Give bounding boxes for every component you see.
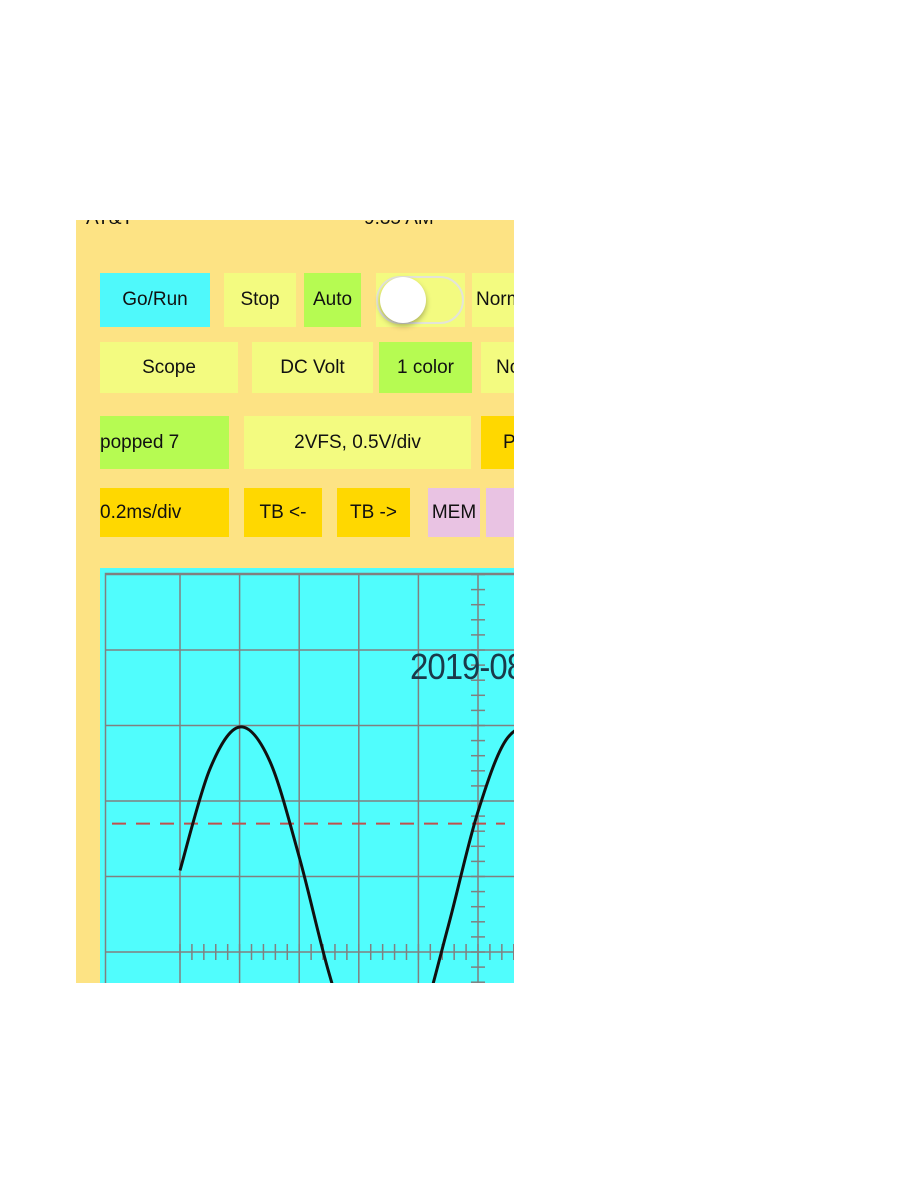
mode-toggle[interactable] bbox=[376, 273, 465, 327]
timebase-increase-button[interactable]: TB -> bbox=[337, 488, 410, 537]
phone-screen: AT&T 9:35 AM Go/Run Stop Auto Norm Scope… bbox=[76, 220, 514, 983]
voltage-range-button[interactable]: 2VFS, 0.5V/div bbox=[244, 416, 471, 469]
dc-volt-button[interactable]: DC Volt bbox=[252, 342, 373, 393]
scope-button[interactable]: Scope bbox=[100, 342, 238, 393]
timebase-label: 0.2ms/div bbox=[100, 488, 229, 537]
norm-button[interactable]: Norm bbox=[472, 273, 514, 327]
next-button[interactable]: No bbox=[481, 342, 514, 393]
go-run-button[interactable]: Go/Run bbox=[100, 273, 210, 327]
grid-border bbox=[104, 572, 514, 983]
clock: 9:35 AM bbox=[364, 220, 434, 230]
timebase-decrease-button[interactable]: TB <- bbox=[244, 488, 322, 537]
p-button[interactable]: P bbox=[481, 416, 514, 469]
status-popped: popped 7 bbox=[100, 416, 229, 469]
color-mode-button[interactable]: 1 color bbox=[379, 342, 472, 393]
auto-button[interactable]: Auto bbox=[304, 273, 361, 327]
stop-button[interactable]: Stop bbox=[224, 273, 296, 327]
scope-plot bbox=[104, 572, 514, 983]
toggle-knob bbox=[380, 277, 426, 323]
timestamp-label: 2019-08 bbox=[410, 646, 514, 687]
carrier-label: AT&T bbox=[86, 220, 133, 230]
extra-pink-button[interactable] bbox=[486, 488, 514, 537]
oscilloscope-display[interactable]: 2019-08 bbox=[100, 568, 514, 983]
mem-button[interactable]: MEM bbox=[428, 488, 480, 537]
